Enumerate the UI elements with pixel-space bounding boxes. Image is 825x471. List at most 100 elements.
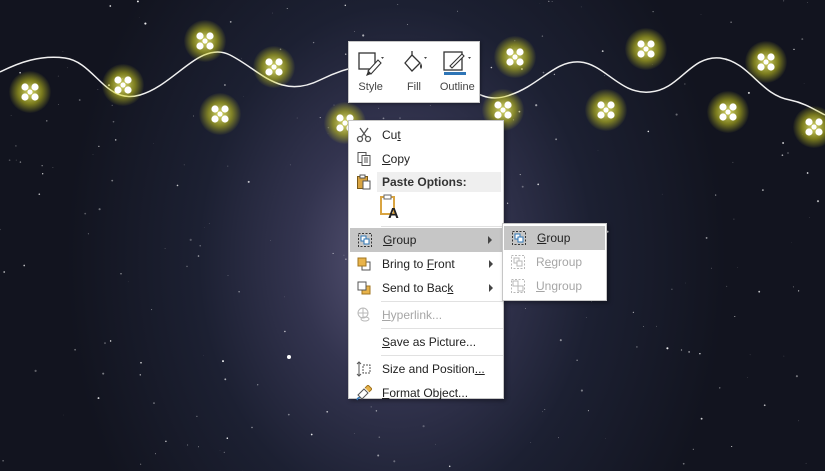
paste-icon [351, 171, 377, 193]
star [270, 240, 271, 241]
star [397, 4, 399, 5]
star [272, 12, 273, 14]
star [41, 165, 43, 167]
menu-item-bring-to-front[interactable]: Bring to Front [349, 252, 503, 276]
star [62, 51, 64, 52]
star [632, 311, 635, 314]
star [38, 193, 41, 196]
star [257, 384, 259, 386]
star [726, 60, 727, 62]
star [197, 446, 199, 448]
light-bulb-icon [585, 89, 627, 131]
fill-button[interactable]: Fill [394, 48, 434, 93]
star [241, 57, 243, 59]
star [199, 245, 201, 247]
group-submenu: Group Regroup Ungroup [502, 223, 607, 301]
star [435, 443, 436, 445]
hyperlink-icon [351, 303, 377, 327]
star [530, 442, 532, 443]
star [78, 99, 81, 101]
star [601, 50, 604, 52]
star [136, 0, 139, 3]
star [112, 120, 115, 123]
star [140, 361, 142, 364]
star [576, 359, 578, 361]
menu-separator [381, 301, 503, 302]
copy-icon [351, 147, 377, 171]
star [154, 453, 156, 455]
star [204, 227, 205, 228]
star [120, 273, 122, 275]
star [319, 117, 321, 119]
outline-button[interactable]: Outline [437, 48, 477, 93]
star [525, 308, 526, 309]
star [74, 348, 76, 351]
star [197, 255, 200, 257]
star [798, 420, 800, 422]
star [699, 352, 701, 355]
star [139, 374, 142, 376]
star [165, 440, 167, 443]
star [286, 8, 288, 10]
star [3, 271, 6, 273]
star [187, 444, 189, 446]
menu-item-group[interactable]: Group [350, 228, 502, 252]
star [97, 397, 100, 400]
star [797, 290, 800, 292]
menu-separator [381, 328, 503, 329]
star [761, 189, 764, 192]
star [399, 117, 401, 119]
star [344, 53, 347, 55]
star [251, 426, 253, 429]
submenu-item-group[interactable]: Group [504, 226, 605, 250]
submenu-item-ungroup: Ungroup [503, 274, 606, 298]
menu-item-copy[interactable]: Copy [349, 147, 503, 171]
menu-item-save-as-picture[interactable]: Save as Picture... [349, 330, 503, 354]
outline-label: Outline [439, 81, 475, 93]
star [164, 248, 166, 249]
submenu-item-regroup: Regroup [503, 250, 606, 274]
shape-style-icon [358, 52, 384, 76]
star [652, 10, 654, 13]
star [353, 433, 355, 434]
star [393, 460, 396, 463]
star [284, 330, 286, 333]
context-menu: Cut Copy Paste Options: A Group Bring to… [348, 120, 504, 401]
star [732, 161, 734, 163]
star [227, 275, 229, 277]
star [247, 180, 250, 183]
star [792, 286, 794, 288]
star [544, 409, 546, 411]
menu-item-cut[interactable]: Cut [349, 123, 503, 147]
svg-text:A: A [388, 205, 399, 220]
menu-item-size-and-position[interactable]: Size and Position... [349, 357, 503, 381]
star [344, 4, 347, 7]
star [604, 75, 605, 76]
menu-item-format-object[interactable]: Format Object... [349, 381, 503, 405]
star [98, 208, 101, 211]
star [793, 48, 795, 51]
style-button[interactable]: Style [351, 48, 391, 93]
star [422, 425, 425, 428]
format-object-icon [351, 381, 377, 405]
light-bulb-icon [482, 89, 524, 131]
paste-options-header: Paste Options: [349, 171, 503, 193]
star [57, 75, 59, 77]
star [354, 31, 355, 32]
menu-item-send-to-back[interactable]: Send to Back [349, 276, 503, 300]
star [559, 339, 562, 342]
star [555, 138, 558, 141]
star [144, 22, 147, 25]
star [535, 104, 538, 107]
menu-separator [381, 226, 503, 227]
star [183, 164, 185, 166]
star [114, 139, 117, 141]
keep-text-only-paste-icon[interactable]: A [379, 194, 403, 225]
light-bulb-icon [102, 64, 144, 106]
star [289, 164, 291, 166]
star [733, 218, 735, 220]
star [551, 1, 553, 2]
star [763, 404, 766, 407]
star [580, 389, 583, 392]
star [223, 451, 225, 453]
